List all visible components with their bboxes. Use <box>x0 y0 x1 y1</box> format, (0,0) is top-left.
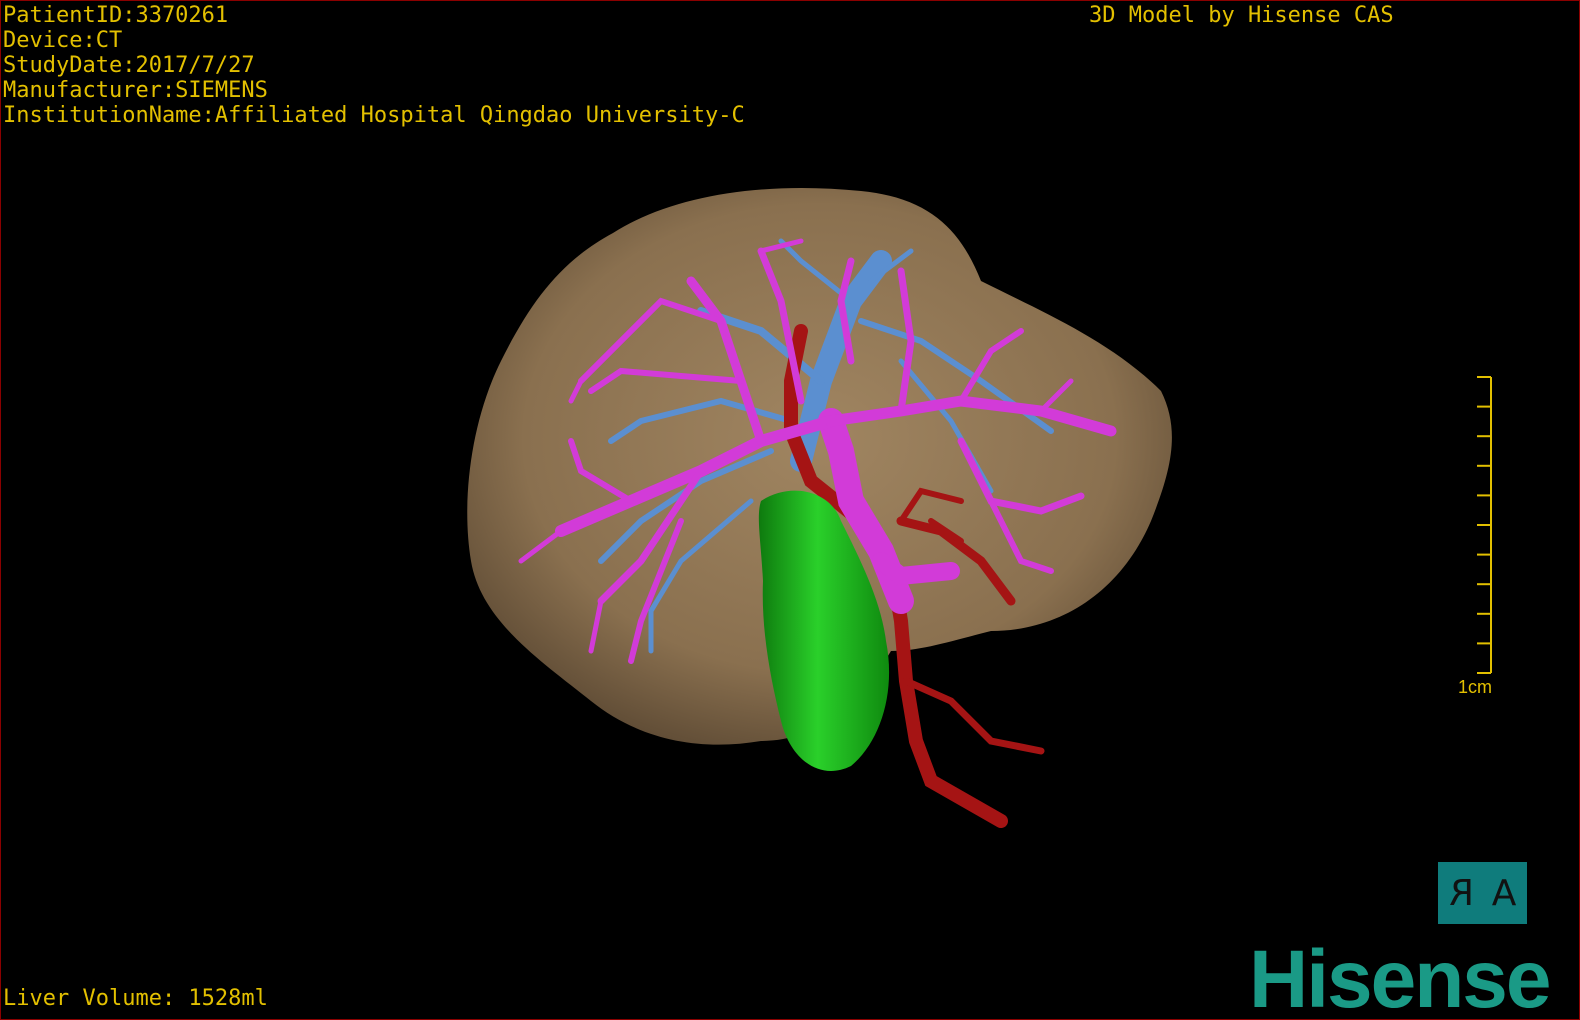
institution-name: InstitutionName:Affiliated Hospital Qing… <box>3 103 745 128</box>
orientation-cube-icon[interactable]: R A <box>1438 862 1527 924</box>
hisense-logo: Hisense <box>1249 934 1552 1020</box>
patient-id: PatientID:3370261 <box>3 3 229 28</box>
device: Device:CT <box>3 28 123 53</box>
study-info: PatientID:3370261 Device:CT StudyDate:20… <box>3 3 745 128</box>
liver-3d-model[interactable] <box>1 1 1579 1019</box>
orientation-right-glyph: A <box>1491 872 1517 914</box>
model-credit: 3D Model by Hisense CAS <box>1089 3 1394 28</box>
study-date: StudyDate:2017/7/27 <box>3 53 255 78</box>
manufacturer: Manufacturer:SIEMENS <box>3 78 268 103</box>
scale-bar-icon <box>1477 376 1492 674</box>
3d-viewport[interactable]: PatientID:3370261 Device:CT StudyDate:20… <box>0 0 1580 1020</box>
scale-label: 1cm <box>1458 677 1493 697</box>
liver-volume: Liver Volume: 1528ml <box>3 986 268 1011</box>
orientation-left-glyph: R <box>1448 872 1474 914</box>
